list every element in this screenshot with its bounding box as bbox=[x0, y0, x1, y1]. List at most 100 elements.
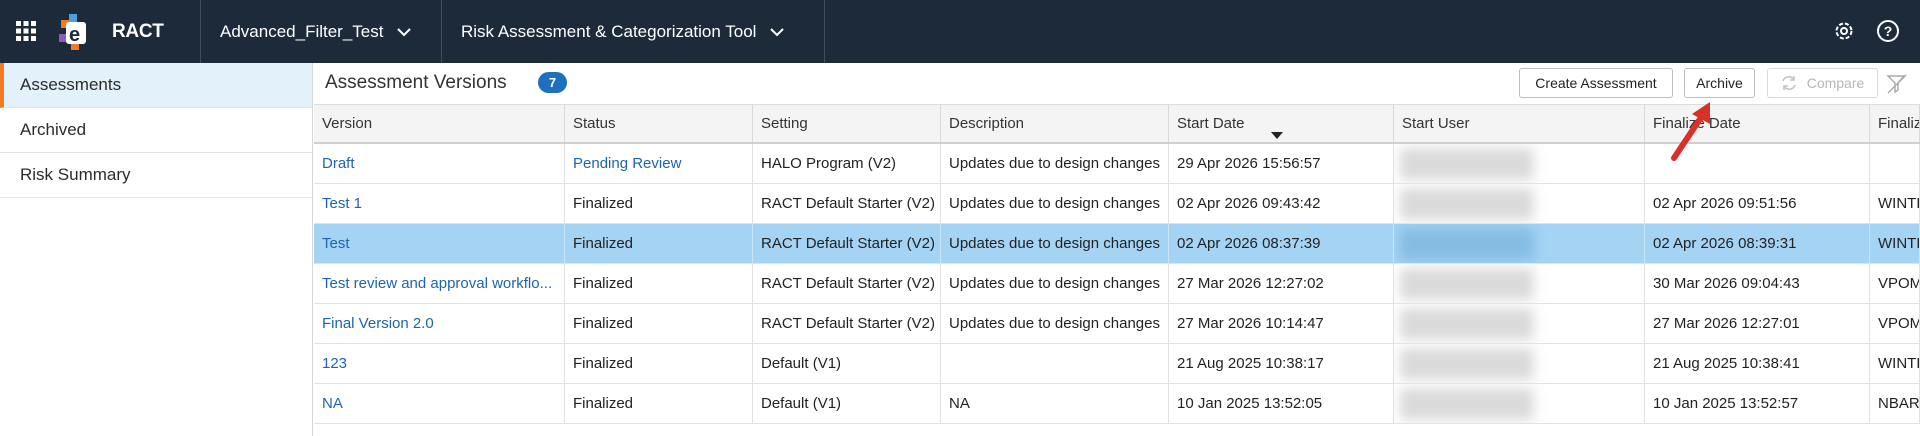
finalize-date-cell: 02 Apr 2026 08:39:31 bbox=[1645, 224, 1870, 263]
status-cell: Finalized bbox=[565, 304, 753, 343]
column-header-start-user[interactable]: Start User bbox=[1394, 105, 1645, 142]
create-assessment-button[interactable]: Create Assessment bbox=[1519, 68, 1673, 98]
description-cell: NA bbox=[941, 384, 1169, 423]
redacted-user bbox=[1400, 228, 1534, 260]
page-title: Assessment Versions bbox=[325, 72, 507, 93]
redacted-user bbox=[1400, 388, 1534, 420]
description-cell: Updates due to design changes bbox=[941, 144, 1169, 183]
sidebar: Assessments Archived Risk Summary bbox=[0, 63, 313, 436]
version-cell[interactable]: Test review and approval workflo... bbox=[314, 264, 565, 303]
table-row[interactable]: Test 1 Finalized RACT Default Starter (V2)… bbox=[314, 184, 1920, 224]
sidebar-item-archived[interactable]: Archived bbox=[0, 108, 312, 153]
status-cell[interactable]: Pending Review bbox=[565, 144, 753, 183]
finalize-user-cell: VPOM bbox=[1870, 264, 1920, 303]
start-date-cell: 27 Mar 2026 12:27:02 bbox=[1169, 264, 1394, 303]
start-date-cell: 27 Mar 2026 10:14:47 bbox=[1169, 304, 1394, 343]
svg-text:e: e bbox=[69, 24, 80, 46]
svg-text:?: ? bbox=[1884, 23, 1893, 39]
sidebar-item-assessments[interactable]: Assessments bbox=[0, 63, 312, 108]
sidebar-item-label: Archived bbox=[20, 120, 87, 139]
help-icon[interactable]: ? bbox=[1876, 19, 1900, 43]
finalize-date-cell: 21 Aug 2025 10:38:41 bbox=[1645, 344, 1870, 383]
table-row[interactable]: Test Finalized RACT Default Starter (V2) Up… bbox=[314, 224, 1920, 264]
chevron-down-icon bbox=[397, 27, 412, 36]
version-cell[interactable]: 123 bbox=[314, 344, 565, 383]
finalize-date-cell: 27 Mar 2026 12:27:01 bbox=[1645, 304, 1870, 343]
sidebar-item-risk-summary[interactable]: Risk Summary bbox=[0, 153, 312, 198]
count-badge: 7 bbox=[538, 72, 567, 93]
finalize-user-cell: WINTE bbox=[1870, 224, 1920, 263]
settings-icon[interactable] bbox=[1832, 19, 1856, 43]
finalize-date-cell: 30 Mar 2026 09:04:43 bbox=[1645, 264, 1870, 303]
column-header-start-date[interactable]: Start Date bbox=[1169, 105, 1394, 142]
start-user-cell bbox=[1394, 224, 1645, 263]
redacted-user bbox=[1400, 268, 1534, 300]
finalize-user-cell: WINTE bbox=[1870, 184, 1920, 223]
version-cell[interactable]: Test bbox=[314, 224, 565, 263]
status-cell: Finalized bbox=[565, 184, 753, 223]
table-row[interactable]: NA Finalized Default (V1) NA 10 Jan 2025 13:… bbox=[314, 384, 1920, 424]
chevron-down-icon bbox=[770, 27, 785, 36]
description-cell: Updates due to design changes bbox=[941, 304, 1169, 343]
redacted-user bbox=[1400, 308, 1534, 340]
setting-cell: RACT Default Starter (V2) bbox=[753, 224, 941, 263]
version-cell[interactable]: Draft bbox=[314, 144, 565, 183]
redacted-user bbox=[1400, 148, 1534, 180]
finalize-user-cell: NBART bbox=[1870, 384, 1920, 423]
setting-cell: Default (V1) bbox=[753, 384, 941, 423]
table-body: Draft Pending Review HALO Program (V2) Upda… bbox=[314, 144, 1920, 424]
sort-descending-icon bbox=[1271, 132, 1283, 139]
description-cell: Updates due to design changes bbox=[941, 224, 1169, 263]
start-date-cell: 21 Aug 2025 10:38:17 bbox=[1169, 344, 1394, 383]
start-date-cell: 10 Jan 2025 13:52:05 bbox=[1169, 384, 1394, 423]
start-user-cell bbox=[1394, 344, 1645, 383]
app-logo[interactable]: e bbox=[59, 14, 89, 50]
archive-button[interactable]: Archive bbox=[1684, 68, 1755, 98]
tool-selector[interactable]: Risk Assessment & Categorization Tool bbox=[461, 0, 785, 63]
finalize-date-cell: 02 Apr 2026 09:51:56 bbox=[1645, 184, 1870, 223]
column-header-finalize-user[interactable]: Finalize bbox=[1870, 105, 1920, 142]
status-cell: Finalized bbox=[565, 224, 753, 263]
column-header-setting[interactable]: Setting bbox=[753, 105, 941, 142]
column-header-status[interactable]: Status bbox=[565, 105, 753, 142]
setting-cell: RACT Default Starter (V2) bbox=[753, 264, 941, 303]
divider bbox=[824, 0, 825, 63]
status-cell: Finalized bbox=[565, 344, 753, 383]
status-cell: Finalized bbox=[565, 264, 753, 303]
start-user-cell bbox=[1394, 384, 1645, 423]
compare-label: Compare bbox=[1806, 75, 1865, 91]
description-cell: Updates due to design changes bbox=[941, 184, 1169, 223]
compare-icon bbox=[1781, 76, 1796, 90]
start-date-cell: 02 Apr 2026 08:37:39 bbox=[1169, 224, 1394, 263]
redacted-user bbox=[1400, 188, 1534, 220]
version-cell[interactable]: Final Version 2.0 bbox=[314, 304, 565, 343]
start-date-cell: 29 Apr 2026 15:56:57 bbox=[1169, 144, 1394, 183]
table-row[interactable]: 123 Finalized Default (V1) 21 Aug 2025 10:3… bbox=[314, 344, 1920, 384]
workspace-selector[interactable]: Advanced_Filter_Test bbox=[220, 0, 412, 63]
finalize-date-cell: 10 Jan 2025 13:52:57 bbox=[1645, 384, 1870, 423]
app-name: RACT bbox=[112, 21, 164, 42]
start-user-cell bbox=[1394, 184, 1645, 223]
annotation-arrow bbox=[1671, 102, 1710, 161]
table-row[interactable]: Final Version 2.0 Finalized RACT Default S… bbox=[314, 304, 1920, 344]
version-cell[interactable]: NA bbox=[314, 384, 565, 423]
compare-button[interactable]: Compare bbox=[1767, 68, 1878, 98]
status-cell: Finalized bbox=[565, 384, 753, 423]
finalize-user-cell: WINTE bbox=[1870, 344, 1920, 383]
apps-grid-icon[interactable] bbox=[16, 21, 36, 41]
sidebar-item-label: Assessments bbox=[20, 75, 122, 94]
redacted-user bbox=[1400, 348, 1534, 380]
version-cell[interactable]: Test 1 bbox=[314, 184, 565, 223]
start-user-cell bbox=[1394, 144, 1645, 183]
description-cell: Updates due to design changes bbox=[941, 264, 1169, 303]
top-bar: e RACT Advanced_Filter_Test Risk Assessm… bbox=[0, 0, 1920, 63]
start-user-cell bbox=[1394, 264, 1645, 303]
start-user-cell bbox=[1394, 304, 1645, 343]
filter-off-icon[interactable] bbox=[1886, 73, 1908, 95]
table-row[interactable]: Test review and approval workflo... Final… bbox=[314, 264, 1920, 304]
column-header-description[interactable]: Description bbox=[941, 105, 1169, 142]
sidebar-item-label: Risk Summary bbox=[20, 165, 131, 184]
setting-cell: Default (V1) bbox=[753, 344, 941, 383]
column-header-version[interactable]: Version bbox=[314, 105, 565, 142]
description-cell bbox=[941, 344, 1169, 383]
